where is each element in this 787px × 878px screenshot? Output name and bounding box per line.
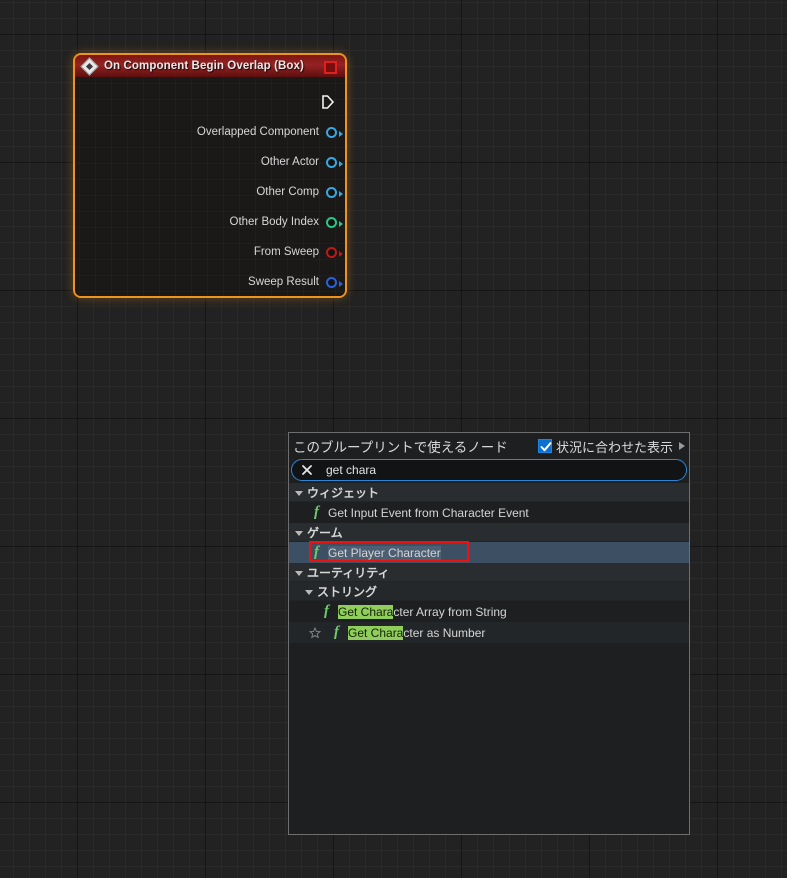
- chevron-down-icon[interactable]: [295, 530, 303, 536]
- result-item-label: Get Character Array from String: [338, 604, 507, 619]
- pin-connector-icon[interactable]: [326, 186, 343, 198]
- node-title-bar[interactable]: On Component Begin Overlap (Box): [75, 55, 345, 78]
- search-results-list[interactable]: ウィジェット f Get Input Event from Character Ev…: [289, 483, 689, 834]
- node-output-pin[interactable]: Sweep Result: [248, 273, 345, 291]
- function-icon: f: [314, 504, 319, 520]
- result-item[interactable]: f Get Character Array from String: [289, 601, 689, 622]
- node-output-pin[interactable]: Other Comp: [256, 183, 345, 201]
- result-category-label: ユーティリティ: [307, 565, 390, 580]
- pin-connector-icon[interactable]: [326, 126, 343, 138]
- chevron-down-icon[interactable]: [295, 570, 303, 576]
- node-pin-label: Other Body Index: [229, 216, 320, 228]
- pin-connector-icon[interactable]: [326, 216, 343, 228]
- context-sensitive-checkbox[interactable]: [537, 439, 552, 453]
- node-output-pin[interactable]: Other Actor: [261, 153, 345, 171]
- event-diamond-icon: [80, 56, 99, 76]
- result-item[interactable]: f Get Player Character: [289, 541, 689, 563]
- result-category-label: ゲーム: [307, 525, 343, 540]
- result-item[interactable]: f Get Character as Number: [289, 622, 689, 643]
- node-pin-label: Other Comp: [256, 186, 319, 198]
- chevron-down-icon[interactable]: [295, 490, 303, 496]
- node-title: On Component Begin Overlap (Box): [104, 60, 304, 72]
- node-pin-label: Sweep Result: [248, 276, 319, 288]
- result-category-label: ウィジェット: [307, 485, 380, 500]
- function-icon: f: [324, 603, 329, 619]
- chevron-down-icon[interactable]: [305, 589, 313, 595]
- close-icon[interactable]: [300, 463, 314, 477]
- context-sensitive-label: 状況に合わせた表示: [555, 439, 673, 455]
- result-item-label: Get Player Character: [328, 545, 441, 560]
- function-icon: f: [334, 624, 339, 640]
- result-category-header[interactable]: ストリング: [289, 582, 689, 601]
- result-category-header[interactable]: ゲーム: [289, 523, 689, 542]
- node-body: Overlapped Component Other Actor Other Com…: [75, 78, 345, 296]
- node-pin-label: Other Actor: [260, 156, 319, 168]
- node-pin-label: From Sweep: [253, 246, 319, 258]
- chevron-right-icon[interactable]: [679, 442, 685, 450]
- function-icon: f: [314, 544, 319, 560]
- node-output-pin[interactable]: From Sweep: [254, 243, 345, 261]
- search-input-value: get chara: [326, 463, 377, 477]
- result-item-label: Get Input Event from Character Event: [328, 505, 529, 520]
- menu-header: このブループリントで使えるノード 状況に合わせた表示: [289, 433, 689, 459]
- context-sensitive-toggle[interactable]: 状況に合わせた表示: [537, 437, 685, 456]
- result-category-header[interactable]: ウィジェット: [289, 483, 689, 502]
- node-output-pin[interactable]: Overlapped Component: [197, 123, 345, 141]
- result-category-header[interactable]: ユーティリティ: [289, 563, 689, 582]
- pin-connector-icon[interactable]: [326, 276, 343, 288]
- pin-connector-icon[interactable]: [326, 156, 343, 168]
- menu-title: このブループリントで使えるノード: [293, 440, 508, 455]
- node-pin-label: Overlapped Component: [196, 126, 319, 138]
- delegate-output-pin[interactable]: [324, 61, 337, 74]
- pin-connector-icon[interactable]: [326, 246, 343, 258]
- node-palette-menu[interactable]: このブループリントで使えるノード 状況に合わせた表示 get chara ウィジ…: [288, 432, 690, 835]
- star-icon[interactable]: [308, 626, 322, 639]
- exec-output-pin[interactable]: [319, 93, 337, 111]
- blueprint-graph-canvas[interactable]: On Component Begin Overlap (Box) Overlap…: [0, 0, 787, 878]
- node-output-pin[interactable]: Other Body Index: [230, 213, 346, 231]
- event-node-on-component-begin-overlap[interactable]: On Component Begin Overlap (Box) Overlap…: [73, 53, 347, 298]
- search-input[interactable]: get chara: [291, 459, 687, 481]
- result-item-label: Get Character as Number: [348, 625, 486, 640]
- result-category-label: ストリング: [317, 584, 378, 599]
- result-item[interactable]: f Get Input Event from Character Event: [289, 502, 689, 523]
